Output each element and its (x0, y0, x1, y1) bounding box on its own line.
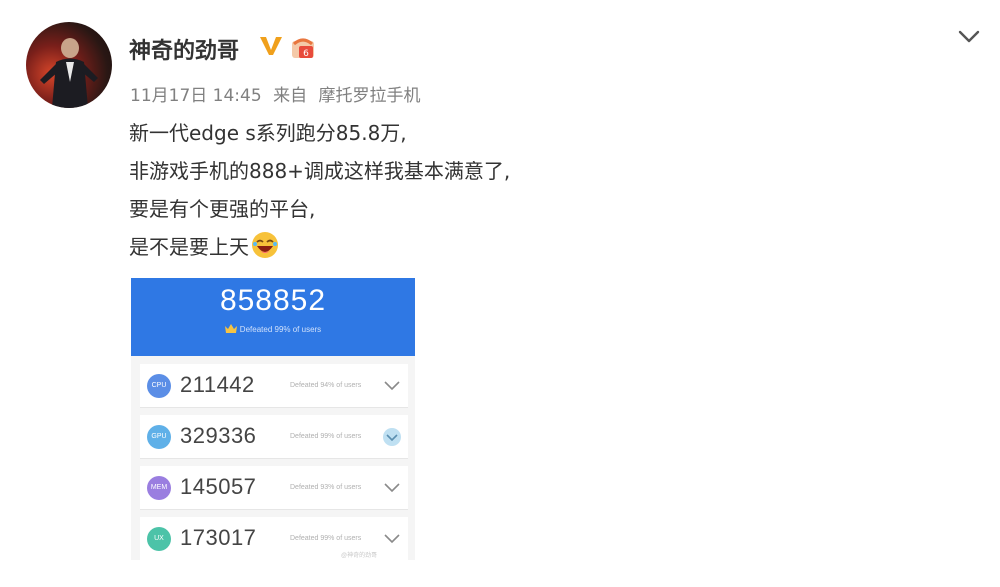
gpu-defeated: Defeated 99% of users (290, 433, 362, 440)
ux-score: 173017 (180, 525, 257, 550)
content-line: 要是有个更强的平台, (129, 197, 316, 221)
cpu-badge: CPU (147, 374, 171, 398)
benchmark-total-defeated: Defeated 99% of users (131, 324, 415, 334)
crown-icon (224, 324, 237, 333)
source-prefix: 来自 (273, 86, 308, 106)
benchmark-header: 858852 Defeated 99% of users (131, 278, 415, 356)
ux-defeated: Defeated 99% of users (290, 535, 362, 542)
post-meta: 11月17日 14:45 来自 摩托罗拉手机 (130, 81, 426, 106)
mem-badge: MEM (147, 476, 171, 500)
cpu-defeated: Defeated 94% of users (290, 382, 362, 389)
image-watermark: @神奇的劲哥 (341, 553, 378, 559)
benchmark-total-score: 858852 (219, 284, 327, 317)
post-source[interactable]: 摩托罗拉手机 (318, 86, 420, 106)
benchmark-row-cpu: CPU 211442 Defeated 94% of users (140, 364, 408, 408)
chevron-down-icon[interactable] (955, 26, 983, 48)
svg-text:6: 6 (303, 49, 309, 59)
content-line: 新一代edge s系列跑分85.8万, (129, 121, 407, 145)
chevron-down-circle-icon (383, 428, 401, 446)
content-line: 是不是要上天 (129, 235, 249, 259)
benchmark-row-mem: MEM 145057 Defeated 93% of users (140, 466, 408, 510)
username[interactable]: 神奇的劲哥 (129, 33, 239, 65)
post-timestamp[interactable]: 11月17日 14:45 (130, 86, 262, 106)
laughing-emoji-icon (252, 232, 278, 258)
gpu-score: 329336 (180, 423, 257, 448)
benchmark-screenshot[interactable]: 858852 Defeated 99% of users CPU 211442 … (131, 278, 415, 560)
weibo-post: 神奇的劲哥 6 11月17日 14:45 来自 摩托罗拉手机 新一代edge s… (0, 0, 1000, 587)
post-content: 新一代edge s系列跑分85.8万, 非游戏手机的888+调成这样我基本满意了… (129, 114, 510, 266)
mem-defeated: Defeated 93% of users (290, 484, 362, 491)
content-line-with-emoji: 是不是要上天 (129, 228, 510, 266)
chevron-down-icon (384, 381, 400, 391)
chevron-down-icon (384, 483, 400, 493)
content-line: 非游戏手机的888+调成这样我基本满意了, (129, 159, 511, 183)
user-avatar[interactable] (26, 22, 112, 108)
ux-badge: UX (147, 527, 171, 551)
verified-badge-icon (260, 37, 282, 55)
chevron-down-icon (384, 534, 400, 544)
cpu-score: 211442 (180, 372, 255, 397)
mem-score: 145057 (180, 474, 257, 499)
member-badge-icon: 6 (292, 38, 314, 59)
benchmark-total-defeated-text: Defeated 99% of users (239, 325, 322, 334)
benchmark-row-gpu: GPU 329336 Defeated 99% of users (140, 415, 408, 459)
gpu-badge: GPU (147, 425, 171, 449)
